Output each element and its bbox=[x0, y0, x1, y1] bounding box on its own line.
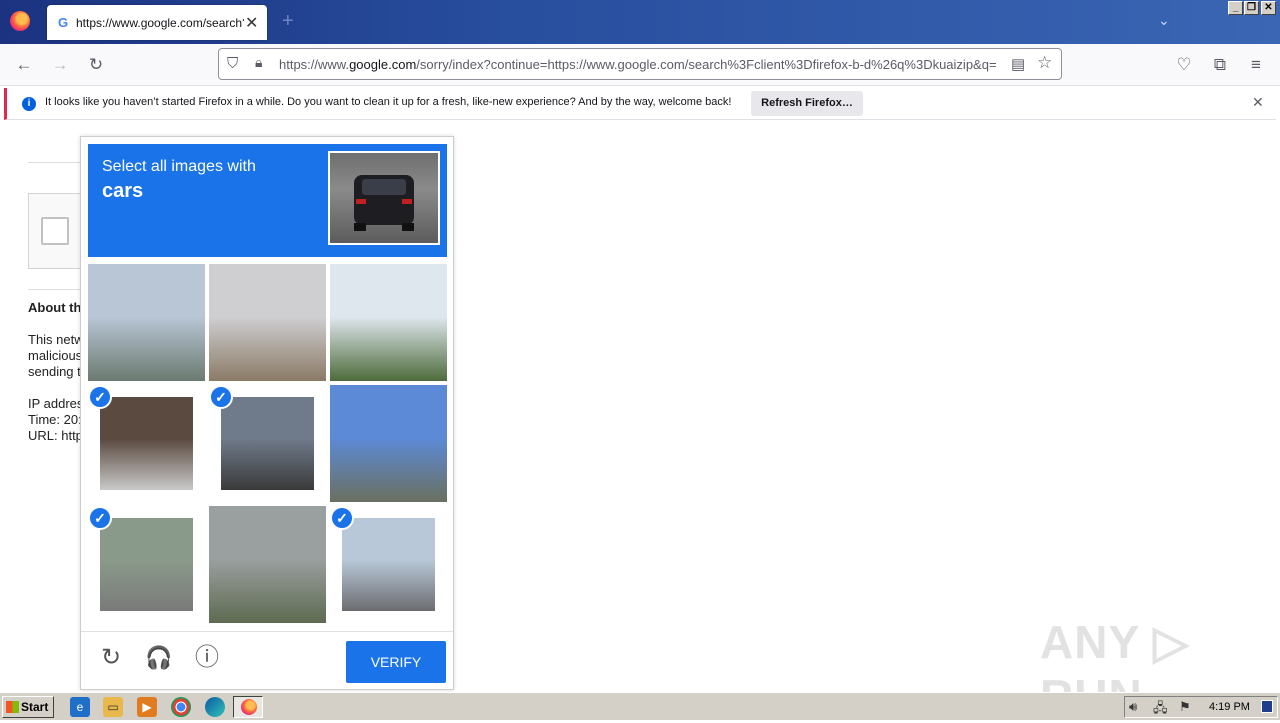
body-line: malicious bbox=[28, 348, 83, 363]
time-line: Time: 20: bbox=[28, 412, 82, 427]
action-center-flag-icon[interactable]: ⚑ bbox=[1179, 699, 1191, 715]
taskbar: Start e ▭ ▶ 🔊︎ 🖧 ⚑ 4:19 PM bbox=[0, 692, 1280, 720]
close-window-button[interactable]: ✕ bbox=[1261, 1, 1276, 15]
selected-check-icon: ✓ bbox=[330, 506, 354, 530]
close-notification-icon[interactable]: ✕ bbox=[1252, 94, 1264, 111]
captcha-header: Select all images with cars bbox=[88, 144, 447, 257]
minimize-button[interactable]: _ bbox=[1228, 1, 1243, 15]
windows-logo-icon bbox=[6, 701, 19, 713]
recaptcha-box bbox=[28, 193, 88, 269]
media-player-icon[interactable]: ▶ bbox=[137, 697, 157, 717]
ip-address-line: IP addres bbox=[28, 396, 84, 411]
forward-arrow-icon[interactable]: → bbox=[49, 54, 71, 76]
file-explorer-icon[interactable]: ▭ bbox=[103, 697, 123, 717]
captcha-tile[interactable]: ✓ bbox=[209, 385, 326, 502]
lock-icon[interactable]: 🔒︎ bbox=[255, 54, 262, 71]
notification-text: It looks like you haven’t started Firefo… bbox=[45, 96, 732, 108]
captcha-dialog: Select all images with cars ✓ ✓ ✓ ✓ ↻ 🎧 ⓘ V… bbox=[80, 136, 454, 690]
firefox-icon bbox=[241, 699, 257, 715]
navigation-bar: ← → ↻ ⛉ 🔒︎ https://www.google.com/sorry/… bbox=[0, 44, 1280, 86]
body-line: This netw bbox=[28, 332, 84, 347]
start-button[interactable]: Start bbox=[2, 696, 54, 718]
system-tray: 🔊︎ 🖧 ⚑ 4:19 PM bbox=[1124, 696, 1278, 718]
selected-check-icon: ✓ bbox=[209, 385, 233, 409]
tile-image bbox=[221, 397, 314, 490]
help-info-icon[interactable]: ⓘ bbox=[193, 644, 221, 672]
sample-car-image bbox=[328, 151, 440, 245]
divider bbox=[28, 162, 88, 163]
restore-button[interactable]: ❐ bbox=[1244, 1, 1259, 15]
tab-title: https://www.google.com/search?c bbox=[76, 16, 244, 30]
menu-icon[interactable]: ≡ bbox=[1245, 54, 1267, 76]
verify-button[interactable]: VERIFY bbox=[346, 641, 446, 683]
captcha-tile[interactable] bbox=[209, 264, 326, 381]
reload-icon[interactable]: ↻ bbox=[85, 54, 107, 76]
new-tab-button[interactable]: + bbox=[282, 11, 294, 31]
tile-image bbox=[209, 506, 326, 623]
captcha-tile[interactable] bbox=[330, 264, 447, 381]
reload-challenge-icon[interactable]: ↻ bbox=[97, 644, 125, 672]
captcha-tile[interactable] bbox=[209, 506, 326, 623]
list-all-tabs-icon[interactable]: ⌄ bbox=[1158, 12, 1170, 29]
firefox-logo-icon[interactable] bbox=[10, 11, 30, 31]
internet-explorer-icon[interactable]: e bbox=[70, 697, 90, 717]
audio-challenge-icon[interactable]: 🎧 bbox=[145, 644, 173, 672]
captcha-tile[interactable] bbox=[88, 264, 205, 381]
back-arrow-icon[interactable]: ← bbox=[13, 54, 35, 76]
info-icon: i bbox=[22, 97, 36, 111]
captcha-instruction: Select all images with bbox=[102, 158, 256, 175]
notification-bar: i It looks like you haven’t started Fire… bbox=[4, 88, 1276, 120]
tile-image bbox=[88, 264, 205, 381]
selected-check-icon: ✓ bbox=[88, 506, 112, 530]
tile-image bbox=[100, 397, 193, 490]
captcha-tile[interactable]: ✓ bbox=[88, 385, 205, 502]
url-line: URL: http bbox=[28, 428, 83, 443]
chrome-icon[interactable] bbox=[171, 697, 191, 717]
captcha-grid: ✓ ✓ ✓ ✓ bbox=[88, 264, 448, 624]
tile-image bbox=[209, 264, 326, 381]
network-icon[interactable]: 🖧 bbox=[1153, 699, 1168, 721]
captcha-target: cars bbox=[102, 180, 144, 202]
extensions-icon[interactable]: ⧉ bbox=[1209, 54, 1231, 76]
firefox-taskbar-button[interactable] bbox=[233, 696, 263, 718]
divider bbox=[28, 289, 88, 290]
close-tab-icon[interactable]: ✕ bbox=[245, 13, 258, 33]
captcha-footer: ↻ 🎧 ⓘ VERIFY bbox=[81, 631, 453, 689]
start-label: Start bbox=[21, 700, 49, 714]
recaptcha-checkbox[interactable] bbox=[41, 217, 69, 245]
captcha-tile[interactable]: ✓ bbox=[88, 506, 205, 623]
google-favicon-icon: G bbox=[58, 15, 69, 30]
tile-image bbox=[330, 264, 447, 381]
captcha-tile[interactable]: ✓ bbox=[330, 506, 447, 623]
address-bar[interactable]: ⛉ 🔒︎ https://www.google.com/sorry/index?… bbox=[218, 48, 1062, 80]
edge-icon[interactable] bbox=[205, 697, 225, 717]
tab-bar: G https://www.google.com/search?c ✕ + ⌄ … bbox=[0, 0, 1280, 44]
show-desktop-icon[interactable] bbox=[1261, 700, 1273, 713]
tile-image bbox=[330, 385, 447, 502]
volume-icon[interactable]: 🔊︎ bbox=[1129, 699, 1137, 715]
url-text[interactable]: https://www.google.com/sorry/index?conti… bbox=[279, 57, 1001, 73]
shield-icon[interactable]: ⛉ bbox=[227, 55, 238, 72]
selected-check-icon: ✓ bbox=[88, 385, 112, 409]
pocket-icon[interactable]: ♡ bbox=[1173, 54, 1195, 76]
captcha-tile[interactable] bbox=[330, 385, 447, 502]
about-heading: About th bbox=[28, 300, 82, 315]
clock: 4:19 PM bbox=[1209, 701, 1250, 713]
reader-view-icon[interactable]: ▤ bbox=[1011, 55, 1025, 73]
bookmark-star-icon[interactable]: ☆ bbox=[1037, 53, 1052, 73]
body-line: sending t bbox=[28, 364, 81, 379]
browser-tab[interactable]: G https://www.google.com/search?c ✕ bbox=[47, 5, 267, 40]
tile-image bbox=[342, 518, 435, 611]
refresh-firefox-button[interactable]: Refresh Firefox… bbox=[751, 91, 863, 116]
tile-image bbox=[100, 518, 193, 611]
